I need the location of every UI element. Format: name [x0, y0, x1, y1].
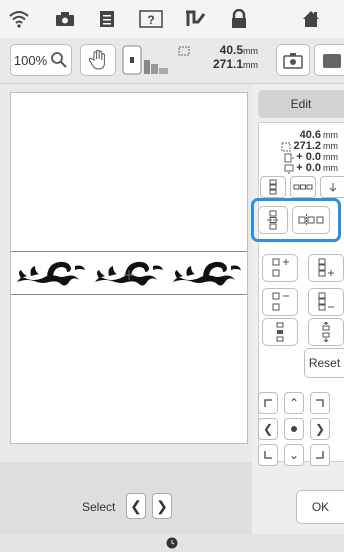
panel-height-unit: mm	[323, 141, 338, 151]
spacing-plus-icon	[272, 258, 289, 277]
chevron-right-icon: ❯	[314, 422, 326, 436]
reset-label: Reset	[308, 356, 341, 370]
move-up-button[interactable]: ⌃	[284, 392, 304, 414]
size-icon	[281, 142, 291, 151]
height-value: 271.1	[212, 57, 243, 71]
lock-icon[interactable]	[224, 6, 254, 32]
move-down-button[interactable]: ⌄	[284, 444, 304, 466]
vertical-repeat-tab[interactable]	[260, 176, 286, 198]
pattern-border[interactable]	[11, 251, 247, 295]
chevron-right-icon: ❯	[156, 497, 168, 514]
increase-spacing-vertical-button[interactable]	[262, 254, 298, 282]
chevron-up-icon: ⌃	[288, 396, 300, 410]
panel-width-unit: mm	[323, 130, 338, 140]
hand-icon	[88, 49, 105, 70]
view-toolbar: 100% 40.5mm 271.1mm	[0, 38, 344, 84]
offset-x-icon	[284, 153, 295, 162]
scan-button[interactable]	[276, 44, 310, 76]
selection-highlight	[251, 198, 341, 242]
move-right-button[interactable]: ❯	[310, 418, 330, 440]
clock-icon	[166, 537, 178, 549]
select-next-button[interactable]: ❯	[152, 493, 172, 519]
panel-dimensions: 40.6 mm 271.2 mm + 0.0 mm + 0.0 mm	[272, 130, 338, 174]
move-down-left-button[interactable]	[258, 444, 278, 466]
corner-down-right-icon	[316, 451, 324, 459]
hand-button[interactable]	[80, 44, 116, 76]
camera-icon[interactable]	[50, 6, 80, 32]
center-dot-icon	[291, 426, 297, 432]
distribute-button[interactable]	[308, 318, 344, 346]
more-options-tab[interactable]	[320, 176, 344, 198]
center-align-button[interactable]	[262, 318, 298, 346]
magnifier-icon	[51, 52, 67, 68]
hoop-button[interactable]	[122, 44, 170, 76]
ok-label: OK	[311, 500, 330, 514]
edit-tab[interactable]: Edit	[258, 90, 344, 118]
chevron-left-icon: ❮	[130, 497, 142, 514]
width-value: 40.5	[219, 43, 243, 57]
help-icon[interactable]: ?	[136, 6, 166, 32]
offset-y-unit: mm	[323, 163, 338, 173]
distribute-icon	[322, 322, 330, 342]
center-align-icon	[276, 322, 284, 342]
preview-icon	[323, 54, 341, 68]
increase-count-vertical-button[interactable]	[308, 254, 344, 282]
horizontal-repeat-tab[interactable]	[290, 176, 316, 198]
document-icon[interactable]	[92, 6, 122, 32]
arrow-down-icon	[329, 183, 336, 192]
select-label: Select	[82, 500, 116, 514]
preview-button[interactable]	[314, 44, 344, 76]
spacing-minus-icon	[272, 292, 289, 311]
width-unit: mm	[243, 46, 258, 56]
corner-down-left-icon	[264, 451, 272, 459]
offset-y-icon	[284, 164, 294, 174]
svg-text:?: ?	[147, 13, 154, 27]
design-size: 40.5mm 271.1mm	[178, 44, 258, 72]
vertical-stack-icon	[269, 179, 277, 195]
offset-y-value: + 0.0	[296, 162, 321, 174]
decrease-count-vertical-button[interactable]	[308, 288, 344, 316]
scan-icon	[283, 53, 303, 69]
top-toolbar: ?	[0, 0, 344, 38]
count-plus-icon	[318, 258, 334, 277]
width-icon	[178, 46, 190, 56]
zoom-label: 100%	[13, 52, 48, 68]
wifi-icon[interactable]	[4, 6, 34, 32]
chevron-left-icon: ❮	[262, 422, 274, 436]
corner-up-left-icon	[264, 399, 272, 407]
decrease-spacing-vertical-button[interactable]	[262, 288, 298, 316]
horizontal-stack-icon	[293, 184, 313, 190]
zoom-button[interactable]: 100%	[10, 44, 72, 76]
move-left-button[interactable]: ❮	[258, 418, 278, 440]
flourish-pattern-icon	[17, 261, 241, 286]
move-down-right-button[interactable]	[310, 444, 330, 466]
move-up-right-button[interactable]	[310, 392, 330, 414]
ok-button[interactable]: OK	[296, 490, 344, 524]
edit-label: Edit	[290, 97, 312, 111]
corner-up-right-icon	[316, 399, 324, 407]
thread-icon[interactable]	[180, 6, 210, 32]
select-prev-button[interactable]: ❮	[126, 493, 146, 519]
offset-x-unit: mm	[323, 152, 338, 162]
move-up-left-button[interactable]	[258, 392, 278, 414]
move-center-button[interactable]	[284, 418, 304, 440]
hoop-icon	[122, 45, 168, 75]
count-minus-icon	[318, 292, 334, 311]
height-unit: mm	[243, 60, 258, 70]
home-icon[interactable]	[296, 6, 326, 32]
embroidery-canvas[interactable]	[10, 92, 248, 444]
chevron-down-icon: ⌄	[288, 448, 300, 462]
reset-button[interactable]: Reset	[304, 348, 344, 378]
status-bar	[0, 534, 344, 552]
